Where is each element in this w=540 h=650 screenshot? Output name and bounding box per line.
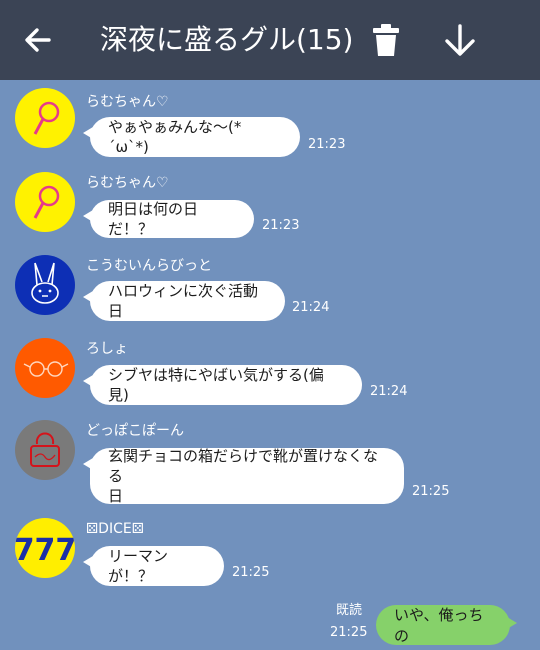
message-time: 21:24 (370, 384, 408, 399)
own-message-text: いや、俺っちの (394, 606, 484, 645)
message-text: 明日は何の日だ！？ (108, 200, 199, 238)
message-text-line2: 日 (108, 487, 124, 505)
message-text: ハロウィンに次ぐ活動日 (108, 282, 259, 320)
avatar[interactable] (15, 420, 75, 480)
message-text-line1: 玄関チョコの箱だらけで靴が置けなくなる (108, 447, 379, 485)
message-time: 21:25 (232, 565, 270, 580)
dice-icon: ⚄ (131, 521, 144, 537)
lollipop-icon (15, 88, 75, 148)
avatar[interactable] (15, 338, 75, 398)
message-row: らむちゃん♡ やぁやぁみんな〜(*´ω`*) 21:23 (0, 88, 540, 164)
message-row: 777 ⚄DICE⚄ リーマンが！？ 21:25 (0, 518, 540, 590)
lollipop-icon (15, 172, 75, 232)
message-time: 21:25 (412, 484, 450, 499)
message-bubble[interactable]: ハロウィンに次ぐ活動日 (83, 281, 285, 321)
glasses-icon (15, 338, 75, 398)
sender-name: こうむいんらびっと (86, 258, 212, 274)
avatar[interactable] (15, 88, 75, 148)
back-arrow-icon[interactable] (16, 18, 60, 62)
chat-title: 深夜に盛るグル(15) (100, 23, 354, 56)
own-message-bubble[interactable]: いや、俺っちの (376, 605, 517, 645)
own-message-time: 21:25 (330, 625, 368, 640)
trash-icon[interactable] (364, 18, 408, 62)
svg-text:777: 777 (15, 533, 75, 568)
sender-name: らむちゃん♡ (86, 175, 169, 191)
message-time: 21:23 (262, 218, 300, 233)
sender-name: らむちゃん♡ (86, 94, 169, 110)
avatar[interactable] (15, 172, 75, 232)
message-bubble[interactable]: 玄関チョコの箱だらけで靴が置けなくなる 日 (83, 447, 404, 505)
badge-icon (15, 420, 75, 480)
message-bubble[interactable]: リーマンが！？ (83, 546, 224, 586)
download-arrow-icon[interactable] (438, 18, 482, 62)
message-row: ろしょ シブヤは特にやばい気がする(偏見) 21:24 (0, 338, 540, 410)
message-row: どっぽこぽーん 玄関チョコの箱だらけで靴が置けなくなる 日 21:25 (0, 420, 540, 510)
message-time: 21:23 (308, 137, 346, 152)
message-bubble[interactable]: やぁやぁみんな〜(*´ω`*) (83, 117, 300, 157)
message-bubble[interactable]: シブヤは特にやばい気がする(偏見) (83, 365, 362, 405)
777-logo-icon: 777 (15, 518, 75, 578)
avatar[interactable]: 777 (15, 518, 75, 578)
dice-icon: ⚄ (86, 521, 99, 537)
rabbit-icon (15, 255, 75, 315)
message-text: やぁやぁみんな〜(*´ω`*) (108, 118, 242, 156)
message-bubble[interactable]: 明日は何の日だ！？ (83, 200, 254, 238)
message-row: こうむいんらびっと ハロウィンに次ぐ活動日 21:24 (0, 255, 540, 325)
sender-name: どっぽこぽーん (86, 423, 184, 439)
avatar[interactable] (15, 255, 75, 315)
message-text: リーマンが！？ (108, 547, 169, 585)
sender-name: ろしょ (86, 341, 128, 357)
sender-name: ⚄DICE⚄ (86, 520, 144, 538)
sender-name-text: DICE (98, 521, 132, 537)
message-time: 21:24 (292, 300, 330, 315)
message-row: らむちゃん♡ 明日は何の日だ！？ 21:23 (0, 172, 540, 242)
chat-header: 深夜に盛るグル(15) (0, 0, 540, 80)
read-receipt: 既読 (336, 603, 363, 618)
message-text: シブヤは特にやばい気がする(偏見) (108, 366, 324, 404)
